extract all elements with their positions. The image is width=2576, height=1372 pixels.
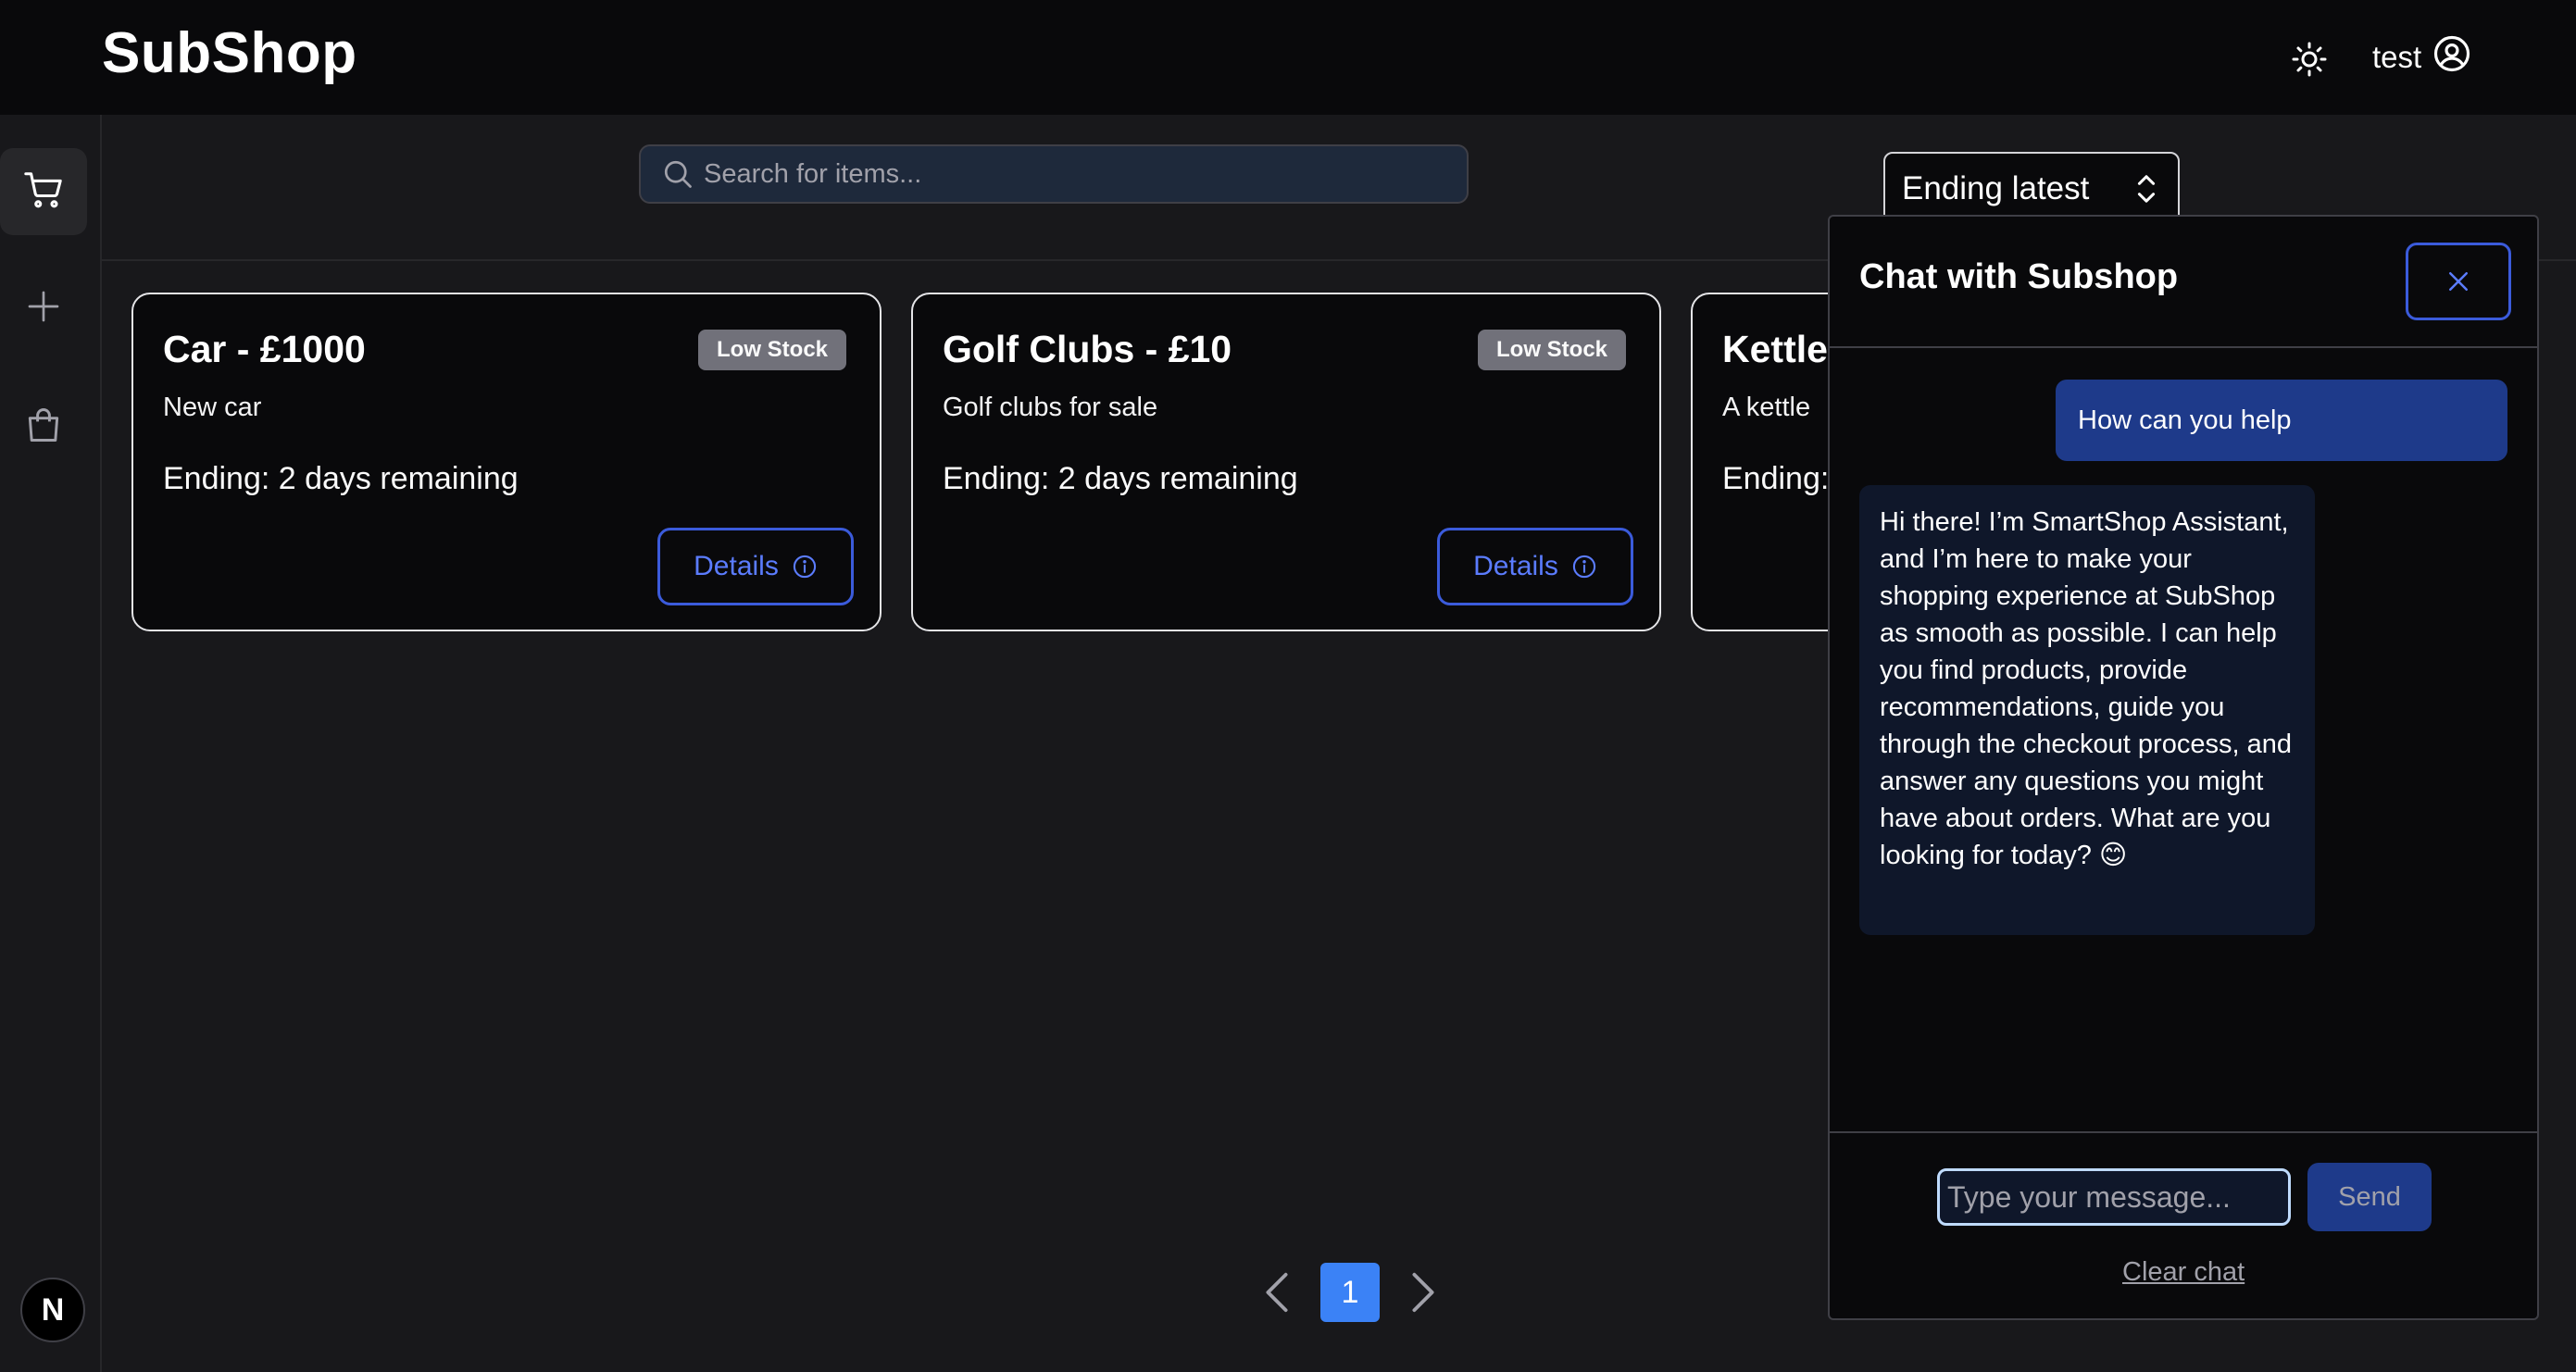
chevron-right-icon <box>1409 1270 1437 1315</box>
theme-toggle-sun-icon[interactable] <box>2283 33 2335 85</box>
sidebar-item-shop[interactable] <box>0 148 87 235</box>
chat-panel: Chat with Subshop How can you help Hi th… <box>1828 215 2539 1320</box>
item-title: Kettle <box>1722 328 1828 370</box>
details-button[interactable]: Details <box>657 528 854 605</box>
item-description: New car <box>163 393 262 422</box>
info-icon <box>792 554 818 580</box>
search-icon <box>661 157 694 191</box>
dev-badge-icon[interactable]: N <box>20 1278 85 1342</box>
search-bar[interactable] <box>639 144 1469 204</box>
shopping-bag-icon <box>23 405 64 450</box>
user-circle-icon <box>2432 34 2471 81</box>
search-input[interactable] <box>694 157 1467 191</box>
chat-header-divider <box>1830 346 2537 348</box>
sidebar-item-add[interactable] <box>0 265 87 352</box>
pagination-prev[interactable] <box>1256 1265 1298 1320</box>
sidebar-item-orders[interactable] <box>0 383 87 470</box>
details-button[interactable]: Details <box>1437 528 1633 605</box>
details-label: Details <box>1473 551 1558 581</box>
chat-close-button[interactable] <box>2406 243 2511 320</box>
chevron-up-down-icon <box>2133 173 2159 205</box>
item-description: A kettle <box>1722 393 1811 422</box>
chevron-left-icon <box>1263 1270 1291 1315</box>
plus-icon <box>25 288 62 330</box>
stock-badge: Low Stock <box>1478 330 1627 370</box>
item-ending: Ending: <box>1722 461 1830 496</box>
shopping-cart-icon <box>22 168 65 216</box>
clear-chat-link[interactable]: Clear chat <box>2122 1257 2245 1288</box>
chat-message-input[interactable] <box>1937 1168 2291 1226</box>
send-button[interactable]: Send <box>2307 1163 2432 1231</box>
item-description: Golf clubs for sale <box>943 393 1158 422</box>
info-icon <box>1571 554 1597 580</box>
sort-selected-value: Ending latest <box>1902 170 2090 206</box>
item-card: Golf Clubs - £10 Low Stock Golf clubs fo… <box>911 293 1661 631</box>
app-logo[interactable]: SubShop <box>102 20 357 86</box>
item-card: Car - £1000 Low Stock New car Ending: 2 … <box>131 293 882 631</box>
top-header: SubShop test <box>0 0 2576 115</box>
chat-title: Chat with Subshop <box>1859 257 2179 296</box>
item-title: Golf Clubs - £10 <box>943 328 1232 370</box>
username-label: test <box>2372 40 2422 74</box>
user-message: How can you help <box>2056 380 2507 461</box>
chat-footer-divider <box>1830 1131 2537 1133</box>
item-title: Car - £1000 <box>163 328 366 370</box>
stock-badge: Low Stock <box>698 330 847 370</box>
close-icon <box>2445 268 2472 295</box>
user-menu[interactable]: test <box>2372 30 2471 85</box>
details-label: Details <box>694 551 779 581</box>
item-ending: Ending: 2 days remaining <box>163 461 519 496</box>
item-ending: Ending: 2 days remaining <box>943 461 1298 496</box>
pagination-page[interactable]: 1 <box>1320 1263 1380 1322</box>
assistant-message: Hi there! I’m SmartShop Assistant, and I… <box>1859 485 2315 935</box>
pagination-next[interactable] <box>1402 1265 1444 1320</box>
